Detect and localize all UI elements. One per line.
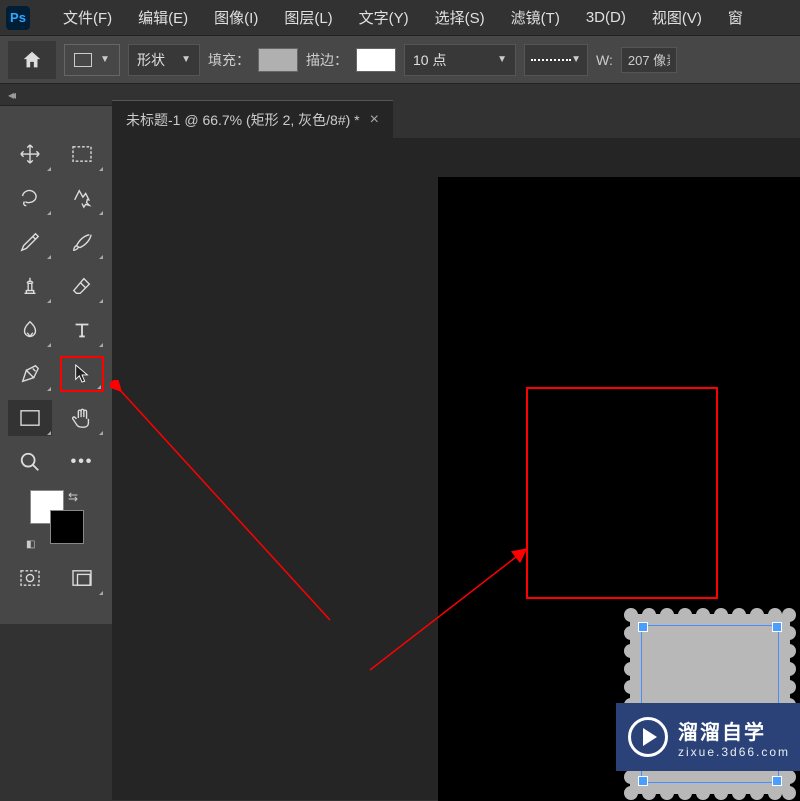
shape-mode-label: 形状 <box>137 50 165 70</box>
document-tab-title: 未标题-1 @ 66.7% (矩形 2, 灰色/8#) * <box>126 110 360 130</box>
menu-view[interactable]: 视图(V) <box>639 1 715 34</box>
canvas-area[interactable]: 溜溜自学 zixue.3d66.com <box>112 138 800 800</box>
pen-tool[interactable] <box>8 356 52 392</box>
menu-image[interactable]: 图像(I) <box>201 1 271 34</box>
menu-edit[interactable]: 编辑(E) <box>125 1 201 34</box>
annotation-highlight-box <box>526 387 718 599</box>
resize-handle-top-left[interactable] <box>638 622 648 632</box>
tool-preset-picker[interactable]: ▼ <box>64 44 120 76</box>
swap-colors-icon[interactable]: ⇆ <box>68 490 78 504</box>
type-tool[interactable] <box>60 312 104 348</box>
menu-type[interactable]: 文字(Y) <box>346 1 422 34</box>
eraser-tool[interactable] <box>60 268 104 304</box>
edit-toolbar[interactable]: ••• <box>60 444 104 480</box>
chevron-down-icon: ▼ <box>497 54 507 65</box>
options-bar: ▼ 形状 ▼ 填充： 描边： 10 点 ▼ ▼ W: <box>0 36 800 84</box>
menu-bar: Ps 文件(F) 编辑(E) 图像(I) 图层(L) 文字(Y) 选择(S) 滤… <box>0 0 800 36</box>
close-icon[interactable]: × <box>370 111 379 129</box>
menu-filter[interactable]: 滤镜(T) <box>498 1 573 34</box>
ellipsis-icon: ••• <box>71 453 94 471</box>
watermark-title: 溜溜自学 <box>678 716 790 745</box>
fill-color-swatch[interactable] <box>258 48 298 72</box>
width-input[interactable] <box>621 47 677 73</box>
chevron-down-icon: ▼ <box>571 54 581 65</box>
resize-handle-bottom-left[interactable] <box>638 776 648 786</box>
home-button[interactable] <box>8 41 56 79</box>
chevron-down-icon: ▼ <box>181 54 191 65</box>
home-icon <box>21 49 43 71</box>
eyedropper-tool[interactable] <box>8 224 52 260</box>
quick-mask-mode[interactable] <box>8 560 52 596</box>
stroke-width-value: 10 点 <box>413 50 446 70</box>
stroke-label: 描边： <box>306 50 348 70</box>
lasso-tool[interactable] <box>8 180 52 216</box>
zoom-tool[interactable] <box>8 444 52 480</box>
gradient-tool[interactable] <box>8 312 52 348</box>
watermark-logo <box>628 717 668 757</box>
rectangle-icon <box>74 53 92 67</box>
move-tool[interactable] <box>8 136 52 172</box>
document-tab[interactable]: 未标题-1 @ 66.7% (矩形 2, 灰色/8#) * × <box>112 100 393 138</box>
brush-tool[interactable] <box>60 224 104 260</box>
menu-window[interactable]: 窗 <box>715 1 756 34</box>
quick-selection-tool[interactable] <box>60 180 104 216</box>
play-icon <box>643 728 657 746</box>
width-label: W: <box>596 52 613 68</box>
ps-logo: Ps <box>6 6 30 30</box>
fill-label: 填充： <box>208 50 250 70</box>
rectangular-marquee-tool[interactable] <box>60 136 104 172</box>
tools-panel: ••• ⇆ ◧ <box>0 106 112 624</box>
stroke-color-swatch[interactable] <box>356 48 396 72</box>
dotted-line-icon <box>531 59 571 61</box>
rectangle-tool[interactable] <box>8 400 52 436</box>
document-canvas[interactable]: 溜溜自学 zixue.3d66.com <box>438 177 800 801</box>
resize-handle-bottom-right[interactable] <box>772 776 782 786</box>
path-selection-tool[interactable] <box>60 356 104 392</box>
hand-tool[interactable] <box>60 400 104 436</box>
menu-select[interactable]: 选择(S) <box>422 1 498 34</box>
document-tab-strip: 未标题-1 @ 66.7% (矩形 2, 灰色/8#) * × <box>112 100 393 138</box>
chevron-down-icon: ▼ <box>100 54 110 65</box>
double-chevron-left-icon: ◂◂ <box>8 88 12 102</box>
default-colors-icon[interactable]: ◧ <box>26 539 35 550</box>
resize-handle-top-right[interactable] <box>772 622 782 632</box>
shape-mode-dropdown[interactable]: 形状 ▼ <box>128 44 200 76</box>
stroke-style-dropdown[interactable]: ▼ <box>524 44 588 76</box>
watermark: 溜溜自学 zixue.3d66.com <box>616 703 800 771</box>
background-color[interactable] <box>50 510 84 544</box>
menu-file[interactable]: 文件(F) <box>50 1 125 34</box>
clone-stamp-tool[interactable] <box>8 268 52 304</box>
menu-layer[interactable]: 图层(L) <box>271 1 345 34</box>
menu-3d[interactable]: 3D(D) <box>573 3 639 32</box>
watermark-url: zixue.3d66.com <box>678 745 790 759</box>
screen-mode[interactable] <box>60 560 104 596</box>
panel-collapse-strip[interactable]: ◂◂ <box>0 84 112 106</box>
stroke-width-dropdown[interactable]: 10 点 ▼ <box>404 44 516 76</box>
color-swatches: ⇆ ◧ <box>26 490 86 550</box>
